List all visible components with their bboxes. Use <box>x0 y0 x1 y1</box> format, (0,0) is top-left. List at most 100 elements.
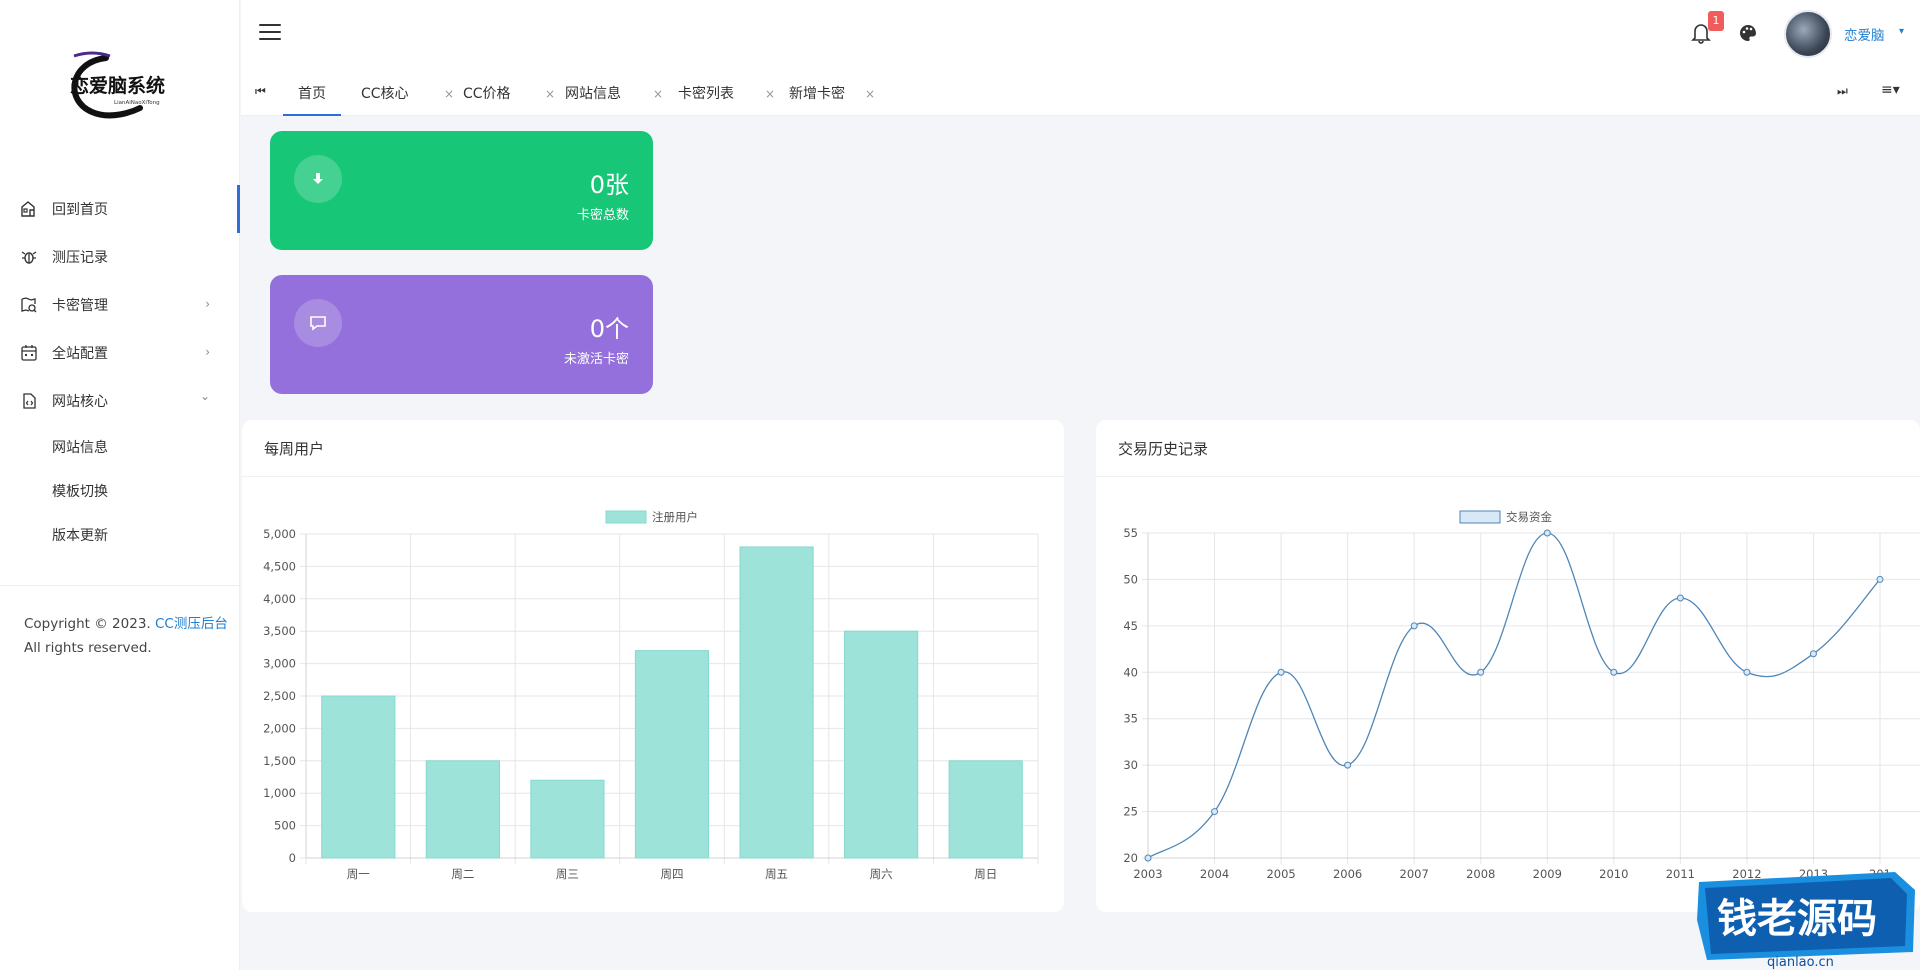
sidebar-nav: 回到首页 测压记录 卡密管理 › 全站配置 › 网站核心 ⌄ 网站信息 模板切换… <box>0 185 240 557</box>
sidebar-footer: Copyright © 2023. CC测压后台 All rights rese… <box>24 612 228 660</box>
tab-cc-core[interactable]: CC核心 × <box>361 76 461 116</box>
stat-label: 未激活卡密 <box>563 352 629 367</box>
notification-badge[interactable]: 1 <box>1708 11 1724 31</box>
tab-site-info[interactable]: 网站信息 × <box>565 76 677 116</box>
data-point <box>1477 668 1485 676</box>
y-tick-label: 35 <box>1123 712 1138 726</box>
sidebar-item-label: 网站核心 <box>52 394 108 410</box>
watermark-text: 钱老源码 <box>1717 896 1877 942</box>
tab-scroll-last-icon[interactable]: ⏭ <box>1837 84 1848 99</box>
weekly-users-panel: 每周用户 0 500 1,000 1,500 2,000 2,500 3,000 3,500 4… <box>242 420 1064 912</box>
bar <box>530 779 605 859</box>
tab-cc-price[interactable]: CC价格 × <box>463 76 563 116</box>
rights-text: All rights reserved. <box>24 640 152 656</box>
tab-options-icon[interactable]: ≡▾ <box>1881 82 1900 98</box>
tab-label: 卡密列表 <box>678 86 734 102</box>
close-icon[interactable]: × <box>444 76 454 112</box>
sidebar-subitem-site-info[interactable]: 网站信息 <box>0 425 240 469</box>
bar <box>844 630 919 859</box>
stat-label: 卡密总数 <box>576 208 629 223</box>
username-dropdown[interactable]: 恋爱脑 <box>1844 24 1885 44</box>
x-tick-label: 周五 <box>765 867 788 881</box>
tab-label: 新增卡密 <box>789 86 845 102</box>
message-icon <box>294 299 342 347</box>
watermark-logo: 钱老源码 qianlao.cn <box>1695 860 1920 970</box>
legend-swatch <box>1459 510 1501 524</box>
y-tick-label: 50 <box>1123 572 1138 586</box>
x-tick-label: 周一 <box>347 867 370 881</box>
home-icon <box>20 200 38 218</box>
calendar-icon <box>20 344 38 362</box>
sidebar-item-test-records[interactable]: 测压记录 <box>0 233 240 281</box>
x-tick-label: 周三 <box>556 867 579 881</box>
map-search-icon <box>20 296 38 314</box>
y-tick-label: 500 <box>274 819 296 833</box>
y-tick-label: 3,500 <box>263 624 296 638</box>
transaction-history-panel: 交易历史记录 20 25 30 35 40 45 50 55 2003 2004 2005 2006 2… <box>1096 420 1920 912</box>
x-tick-label: 2004 <box>1200 867 1229 881</box>
x-tick-label: 2003 <box>1133 867 1162 881</box>
logo-text: 恋爱脑系统 <box>70 74 165 97</box>
close-icon[interactable]: × <box>653 76 663 112</box>
footer-link[interactable]: CC测压后台 <box>155 616 228 632</box>
close-icon[interactable]: × <box>545 76 555 112</box>
y-tick-label: 30 <box>1123 758 1138 772</box>
sidebar-subitem-template-switch[interactable]: 模板切换 <box>0 469 240 513</box>
y-tick-label: 1,000 <box>263 786 296 800</box>
close-icon[interactable]: × <box>765 76 775 112</box>
y-tick-label: 4,000 <box>263 592 296 606</box>
data-point <box>1277 668 1285 676</box>
stat-card-total-cards: 0张 卡密总数 <box>270 131 653 250</box>
x-tick-label: 2011 <box>1666 867 1695 881</box>
sidebar-item-card-management[interactable]: 卡密管理 › <box>0 281 240 329</box>
logo[interactable]: 恋爱脑系统 LianAiNaoXiTong <box>62 50 182 125</box>
data-point <box>1876 575 1884 583</box>
sidebar-item-site-core[interactable]: 网站核心 ⌄ <box>0 377 240 425</box>
sidebar-subitem-version-update[interactable]: 版本更新 <box>0 513 240 557</box>
chevron-right-icon: › <box>205 345 210 359</box>
avatar[interactable] <box>1784 10 1832 58</box>
tab-label: CC价格 <box>463 86 511 102</box>
watermark-url: qianlao.cn <box>1767 955 1834 970</box>
legend-label: 注册用户 <box>652 510 698 524</box>
data-point <box>1543 529 1551 537</box>
data-point <box>1410 622 1418 630</box>
bar <box>739 546 814 859</box>
sidebar-item-label: 全站配置 <box>52 346 108 362</box>
data-point <box>1610 668 1618 676</box>
y-tick-label: 5,000 <box>263 527 296 541</box>
chevron-down-icon: ⌄ <box>199 389 210 403</box>
caret-down-icon[interactable]: ▾ <box>1899 26 1904 37</box>
stat-value: 0张 <box>589 171 629 199</box>
transaction-history-chart: 20 25 30 35 40 45 50 55 2003 2004 2005 2006 2007 2008… <box>1123 510 1920 881</box>
tab-scroll-first-icon[interactable]: ⏮ <box>255 84 266 99</box>
x-tick-label: 2007 <box>1400 867 1429 881</box>
sidebar-item-site-config[interactable]: 全站配置 › <box>0 329 240 377</box>
tab-home[interactable]: 首页 <box>283 76 341 116</box>
stat-card-inactive-cards: 0个 未激活卡密 <box>270 275 653 394</box>
x-tick-label: 2009 <box>1533 867 1562 881</box>
y-tick-label: 45 <box>1123 619 1138 633</box>
legend-swatch <box>605 510 647 524</box>
x-tick-label: 周六 <box>870 867 893 881</box>
sidebar: 恋爱脑系统 LianAiNaoXiTong 回到首页 测压记录 卡密管理 › 全… <box>0 0 240 970</box>
y-tick-label: 2,500 <box>263 689 296 703</box>
x-tick-label: 周二 <box>451 867 474 881</box>
header: 1 恋爱脑 ▾ ⏮ 首页 CC核心 × CC价格 × 网站信息 × 卡密列表 ×… <box>241 0 1920 116</box>
bar <box>634 650 710 859</box>
legend-label: 交易资金 <box>1506 510 1552 524</box>
bar <box>425 760 500 859</box>
palette-icon[interactable] <box>1738 23 1758 43</box>
stat-value: 0个 <box>589 315 629 343</box>
data-point <box>1743 668 1751 676</box>
logo-subtext: LianAiNaoXiTong <box>114 100 160 106</box>
logo-mark: 恋爱脑系统 LianAiNaoXiTong <box>70 51 165 119</box>
tab-label: CC核心 <box>361 86 409 102</box>
tab-card-list[interactable]: 卡密列表 × <box>678 76 790 116</box>
sidebar-item-home[interactable]: 回到首页 <box>0 185 240 233</box>
y-tick-label: 40 <box>1123 665 1138 679</box>
tab-add-card[interactable]: 新增卡密 × <box>789 76 901 116</box>
menu-toggle-icon[interactable] <box>259 24 281 42</box>
close-icon[interactable]: × <box>865 76 875 112</box>
sidebar-item-label: 测压记录 <box>52 250 108 266</box>
